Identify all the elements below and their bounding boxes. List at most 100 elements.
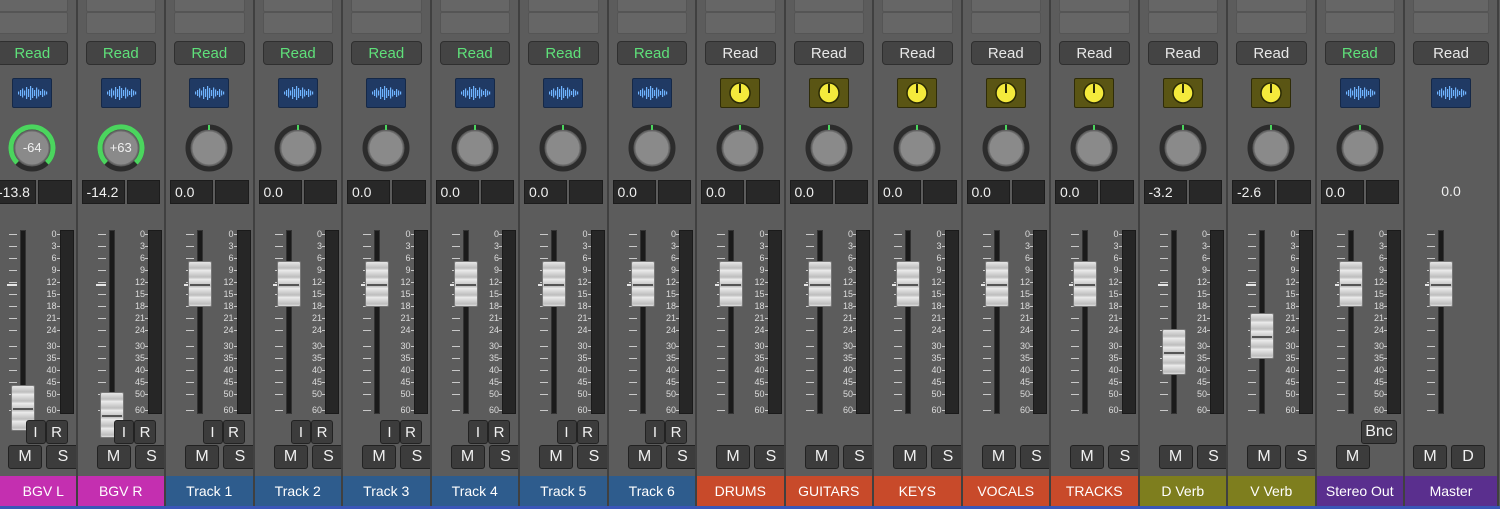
plugin-button[interactable] [808,78,849,108]
insert-slot[interactable] [793,0,864,12]
plugin-button[interactable] [454,78,495,108]
channel-name[interactable]: Track 6 [608,476,695,506]
volume-fader[interactable] [1073,261,1097,307]
channel-name[interactable]: Track 1 [166,476,253,506]
input-monitor-button[interactable]: I [202,420,223,444]
volume-fader[interactable] [719,261,743,307]
volume-readout[interactable]: 0.0 [1409,180,1493,204]
plugin-button[interactable] [985,78,1026,108]
fader-track[interactable] [905,230,911,414]
pan-knob[interactable] [893,124,941,172]
pan-knob[interactable] [185,124,233,172]
fader-track[interactable] [1082,230,1088,414]
volume-fader[interactable] [542,261,566,307]
automation-mode-button[interactable]: Read [439,41,510,65]
volume-readout[interactable]: 0.0 [612,180,656,204]
channel-name[interactable]: BGV L [0,476,76,506]
channel-name[interactable]: KEYS [874,476,961,506]
plugin-button[interactable] [277,78,318,108]
fader-track[interactable] [1347,230,1354,414]
mute-button[interactable]: M [981,445,1016,469]
plugin-button[interactable] [189,78,230,108]
pan-knob[interactable] [539,124,587,172]
input-monitor-button[interactable]: I [114,420,134,444]
record-enable-button[interactable]: R [134,420,156,444]
dim-button[interactable]: D [1451,445,1485,469]
plugin-button[interactable] [543,78,584,108]
volume-readout[interactable]: -14.2 [81,180,125,204]
volume-fader[interactable] [807,261,832,307]
fader-track[interactable] [374,230,380,414]
fader-track[interactable] [1170,230,1177,414]
volume-readout[interactable]: 0.0 [966,180,1010,204]
send-slot[interactable] [1059,12,1130,34]
pan-knob[interactable] [716,124,764,172]
plugin-button[interactable] [1251,78,1292,108]
channel-name[interactable]: Track 3 [343,476,430,506]
solo-button[interactable]: S [223,445,253,469]
automation-mode-button[interactable]: Read [351,41,422,65]
automation-mode-button[interactable]: Read [1236,41,1307,65]
insert-slot[interactable] [351,0,422,12]
automation-mode-button[interactable]: Read [705,41,776,65]
automation-mode-button[interactable]: Read [262,41,333,65]
send-slot[interactable] [1236,12,1307,34]
send-slot[interactable] [262,12,333,34]
plugin-button[interactable] [1074,78,1115,108]
mute-button[interactable]: M [893,445,927,469]
record-enable-button[interactable]: R [665,420,687,444]
volume-readout[interactable]: -13.8 [0,180,36,204]
automation-mode-button[interactable]: Read [1413,41,1489,65]
channel-name[interactable]: Master [1405,476,1497,506]
plugin-button[interactable] [100,78,141,108]
send-slot[interactable] [528,12,599,34]
channel-name[interactable]: VOCALS [962,476,1049,506]
volume-readout[interactable]: -3.2 [1143,180,1187,204]
channel-name[interactable]: BGV R [77,476,164,506]
mute-button[interactable]: M [96,445,131,469]
pan-knob[interactable] [805,124,853,172]
fader-track[interactable] [551,230,557,414]
fader-track[interactable] [993,230,1000,414]
volume-fader[interactable] [188,261,212,307]
plugin-button[interactable] [1162,78,1203,108]
volume-readout[interactable]: 0.0 [170,180,213,204]
mute-button[interactable]: M [185,445,219,469]
fader-track[interactable] [728,230,734,414]
volume-readout[interactable]: 0.0 [878,180,921,204]
insert-slot[interactable] [882,0,953,12]
plugin-button[interactable] [1431,78,1471,108]
pan-knob[interactable] [1247,124,1295,172]
mute-button[interactable]: M [8,445,42,469]
plugin-button[interactable] [366,78,407,108]
solo-button[interactable]: S [400,445,430,469]
automation-mode-button[interactable]: Read [0,41,68,65]
volume-readout[interactable]: 0.0 [524,180,567,204]
plugin-button[interactable] [12,78,53,108]
pan-knob[interactable]: +63 [97,124,145,172]
insert-slot[interactable] [970,0,1041,12]
fader-track[interactable] [108,230,115,414]
mute-button[interactable]: M [627,445,662,469]
solo-button[interactable]: S [577,445,607,469]
record-enable-button[interactable]: R [399,420,422,444]
insert-slot[interactable] [528,0,599,12]
mute-button[interactable]: M [362,445,396,469]
channel-name[interactable]: Track 2 [254,476,341,506]
volume-fader[interactable] [365,261,389,307]
send-slot[interactable] [439,12,510,34]
automation-mode-button[interactable]: Read [85,41,156,65]
pan-knob[interactable] [1336,124,1384,172]
channel-name[interactable]: GUITARS [785,476,872,506]
insert-slot[interactable] [0,0,68,12]
mute-button[interactable]: M [1413,445,1447,469]
volume-readout[interactable]: -2.6 [1232,180,1275,204]
send-slot[interactable] [1324,12,1395,34]
channel-name[interactable]: D Verb [1139,476,1226,506]
pan-knob[interactable] [274,124,322,172]
pan-knob[interactable] [362,124,410,172]
mute-button[interactable]: M [450,445,485,469]
mute-button[interactable]: M [1070,445,1104,469]
record-enable-button[interactable]: R [311,420,333,444]
record-enable-button[interactable]: R [488,420,510,444]
